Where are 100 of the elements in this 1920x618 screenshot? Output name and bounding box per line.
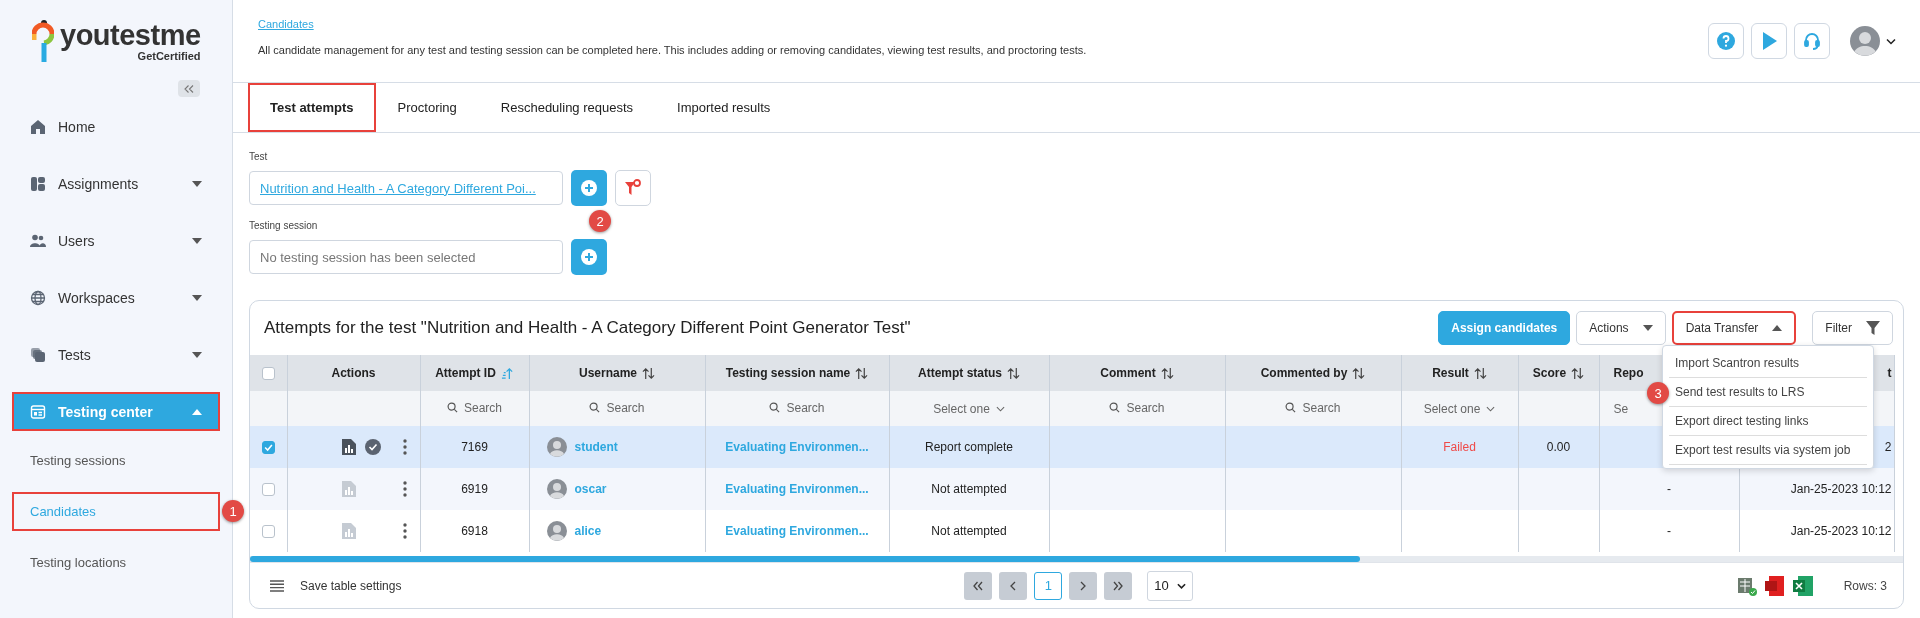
avatar-icon: [546, 479, 567, 499]
search-icon: [447, 402, 458, 414]
sort-icon[interactable]: [855, 366, 869, 380]
sidebar-item[interactable]: Tests: [12, 335, 220, 374]
sidebar-item[interactable]: Users: [12, 221, 220, 260]
tab[interactable]: Proctoring: [375, 83, 479, 132]
step-badge: 3: [1647, 382, 1669, 404]
sort-icon[interactable]: [642, 366, 655, 380]
testing-session-field[interactable]: No testing session has been selected: [249, 240, 563, 274]
menu-item[interactable]: Send test results to LRS: [1669, 378, 1867, 407]
sidebar-subitem[interactable]: Testing locations: [12, 543, 220, 582]
logo-tagline: GetCertified: [137, 50, 201, 62]
result-text: Failed: [1443, 440, 1476, 454]
tab[interactable]: Rescheduling requests: [478, 83, 656, 132]
sort-icon[interactable]: [1007, 366, 1020, 380]
help-button[interactable]: [1708, 23, 1744, 59]
search-field[interactable]: Search: [769, 400, 825, 415]
previous-page-button[interactable]: [999, 571, 1028, 600]
column-header[interactable]: Comment: [1100, 366, 1156, 380]
menu-icon[interactable]: [270, 579, 284, 592]
home-icon: [30, 118, 46, 135]
sidebar-item[interactable]: Assignments: [12, 164, 220, 203]
select-all-checkbox[interactable]: [261, 367, 275, 381]
sidebar-item[interactable]: Workspaces: [12, 278, 220, 317]
page-size-select[interactable]: 10: [1147, 570, 1193, 601]
avatar-icon[interactable]: [1850, 26, 1880, 56]
chevron-down-icon[interactable]: [1886, 37, 1896, 45]
tab[interactable]: Test attempts: [248, 83, 376, 132]
column-header[interactable]: t: [1887, 366, 1892, 380]
menu-item[interactable]: Export direct testing links: [1669, 407, 1867, 436]
search-icon: [589, 402, 601, 414]
step-badge: 1: [222, 500, 244, 522]
kebab-menu-icon[interactable]: [402, 439, 407, 455]
pdf-icon[interactable]: [1763, 574, 1786, 597]
dropdown-button[interactable]: Actions: [1576, 311, 1666, 345]
avatar-icon: [546, 437, 567, 457]
row-checkbox[interactable]: [261, 483, 275, 497]
horizontal-scrollbar[interactable]: [250, 556, 1903, 562]
support-button[interactable]: [1794, 23, 1830, 59]
page-description: All candidate management for any test and testing session can be completed here. This includes adding or removing candidates, viewing test results, and proctoring tests.: [258, 44, 1087, 56]
column-header[interactable]: Result: [1432, 366, 1469, 380]
logo-icon: [32, 20, 54, 64]
sort-icon[interactable]: [1160, 366, 1174, 380]
menu-item[interactable]: Import Scantron results: [1669, 349, 1867, 378]
report-icon[interactable]: [340, 439, 357, 455]
kebab-menu-icon[interactable]: [402, 481, 407, 497]
play-button[interactable]: [1751, 23, 1787, 59]
add-button[interactable]: [571, 239, 607, 275]
help-icon: [1716, 31, 1736, 51]
attempt-status: Report complete: [924, 440, 1013, 454]
last-page-button[interactable]: [1104, 571, 1133, 600]
filter-field[interactable]: Se: [1613, 401, 1629, 416]
chevron-down-icon: [1486, 405, 1496, 412]
sort-icon[interactable]: [1352, 366, 1366, 380]
chevron-down-icon: [995, 405, 1005, 412]
search-icon: [1109, 402, 1121, 414]
excel-icon[interactable]: [1791, 574, 1814, 597]
column-header[interactable]: Actions: [331, 366, 376, 380]
add-button[interactable]: [571, 170, 607, 206]
menu-item[interactable]: Export test results via system job: [1669, 436, 1867, 465]
kebab-menu-icon[interactable]: [402, 523, 407, 539]
first-page-button[interactable]: [964, 571, 993, 600]
users-icon: [30, 232, 46, 249]
search-field[interactable]: Search: [1109, 400, 1165, 415]
report-text: -: [1667, 482, 1671, 496]
search-field[interactable]: Search: [589, 400, 645, 415]
date-text: Jan-25-2023 10:12: [1790, 482, 1892, 496]
filter-button[interactable]: Filter: [1812, 311, 1893, 345]
table-row[interactable]: 6918 alice Evaluating Environmen... Not attempted - Jan-25-2023 10:12: [250, 510, 1894, 552]
search-field[interactable]: Search: [1285, 400, 1341, 415]
clear-filter-button[interactable]: [615, 170, 651, 206]
avatar-icon: [546, 521, 567, 541]
select-field[interactable]: Select one: [933, 401, 1005, 416]
search-icon: [1285, 402, 1297, 414]
column-header[interactable]: Score: [1532, 366, 1567, 380]
dropdown-button[interactable]: Data Transfer: [1671, 311, 1797, 345]
save-settings-link[interactable]: Save table settings: [300, 578, 402, 593]
double-chevron-right-icon: [1112, 579, 1125, 592]
check-circle-icon[interactable]: [364, 439, 381, 455]
double-chevron-icon: [184, 84, 194, 93]
sidebar-item[interactable]: Home: [12, 107, 220, 146]
next-page-button[interactable]: [1069, 571, 1098, 600]
column-header[interactable]: Username: [579, 366, 637, 380]
row-checkbox[interactable]: [261, 525, 275, 539]
date-text: Jan-25-2023 10:12: [1790, 524, 1892, 538]
date-text: 2: [1884, 440, 1892, 454]
column-header[interactable]: Repo: [1613, 366, 1644, 380]
sidebar-subitem[interactable]: Testing sessions: [12, 441, 220, 480]
row-checkbox[interactable]: [261, 441, 275, 455]
collapse-button[interactable]: [178, 80, 200, 97]
table-row[interactable]: 6919 oscar Evaluating Environmen... Not attempted - Jan-25-2023 10:12: [250, 468, 1894, 510]
sort-icon[interactable]: [1473, 366, 1487, 380]
sort-icon[interactable]: [1571, 366, 1585, 380]
calendar-icon: [30, 403, 46, 420]
funnel-icon: [1866, 321, 1880, 335]
tab[interactable]: Imported results: [655, 83, 793, 132]
stack-icon: [30, 346, 46, 363]
plus-icon: [581, 249, 597, 265]
search-icon: [769, 402, 781, 414]
column-header[interactable]: Commented by: [1260, 366, 1348, 380]
